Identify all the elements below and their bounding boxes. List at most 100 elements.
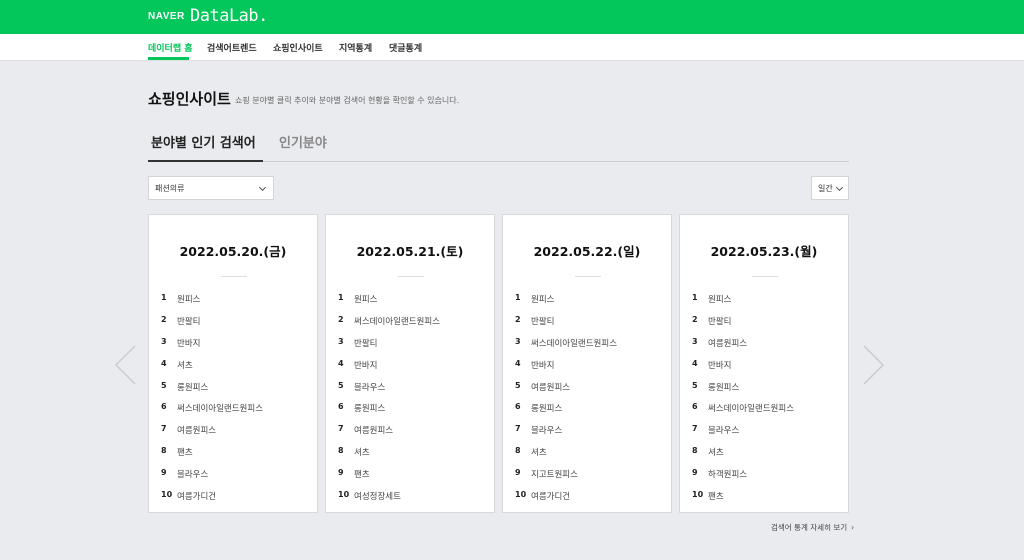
rank-item[interactable]: 6 롱원피스: [503, 400, 671, 422]
rank-keyword[interactable]: 반팔티: [531, 315, 554, 327]
rank-item[interactable]: 6 써스데이아일랜드원피스: [680, 400, 848, 422]
rank-item[interactable]: 6 써스데이아일랜드원피스: [149, 400, 317, 422]
rank-keyword[interactable]: 롱원피스: [177, 381, 208, 393]
nav-item-search-trend[interactable]: 검색어트렌드: [207, 41, 257, 54]
tab-popular-keywords[interactable]: 분야별 인기 검색어: [151, 132, 256, 151]
rank-item[interactable]: 10 팬츠: [680, 488, 848, 510]
rank-keyword[interactable]: 써스데이아일랜드원피스: [531, 337, 617, 349]
rank-keyword[interactable]: 반팔티: [354, 337, 377, 349]
prev-arrow-button[interactable]: [113, 344, 139, 386]
next-arrow-button[interactable]: [860, 344, 886, 386]
rank-keyword[interactable]: 원피스: [708, 293, 731, 305]
rank-keyword[interactable]: 블라우스: [531, 424, 562, 436]
nav-item-comment-stats[interactable]: 댓글통계: [389, 41, 422, 54]
rank-item[interactable]: 1 원피스: [149, 291, 317, 313]
rank-keyword[interactable]: 반바지: [354, 359, 377, 371]
rank-keyword[interactable]: 여름원피스: [531, 381, 570, 393]
rank-item[interactable]: 8 셔츠: [503, 444, 671, 466]
rank-item[interactable]: 10 여름가디건: [149, 488, 317, 510]
rank-keyword[interactable]: 원피스: [354, 293, 377, 305]
rank-item[interactable]: 1 원피스: [680, 291, 848, 313]
period-select[interactable]: 일간: [811, 176, 849, 200]
rank-item[interactable]: 2 반팔티: [503, 313, 671, 335]
rank-number: 8: [338, 446, 344, 456]
rank-number: 6: [338, 402, 344, 412]
rank-item[interactable]: 6 롱원피스: [326, 400, 494, 422]
rank-item[interactable]: 9 지고트원피스: [503, 466, 671, 488]
nav-item-regional-stats[interactable]: 지역통계: [339, 41, 372, 54]
more-stats-link[interactable]: 검색어 통계 자세히 보기 ›: [771, 522, 854, 533]
rank-item[interactable]: 3 써스데이아일랜드원피스: [503, 335, 671, 357]
rank-list: 1 원피스 2 반팔티 3 여름원피스 4 반바지 5 롱원피스 6 써스데이아일랜드원피스 7 블라우스…: [680, 291, 848, 510]
rank-item[interactable]: 5 여름원피스: [503, 379, 671, 401]
nav-item-shopping-insight[interactable]: 쇼핑인사이트: [273, 41, 323, 54]
category-select[interactable]: 패션의류: [148, 176, 274, 200]
rank-item[interactable]: 8 팬츠: [149, 444, 317, 466]
rank-item[interactable]: 8 셔츠: [326, 444, 494, 466]
rank-number: 7: [338, 424, 344, 434]
nav-item-datalab-home[interactable]: 데이터랩 홈: [148, 41, 193, 54]
rank-item[interactable]: 3 여름원피스: [680, 335, 848, 357]
rank-keyword[interactable]: 셔츠: [531, 446, 547, 458]
rank-keyword[interactable]: 팬츠: [708, 490, 724, 502]
rank-item[interactable]: 4 반바지: [680, 357, 848, 379]
rank-item[interactable]: 7 여름원피스: [149, 422, 317, 444]
rank-keyword[interactable]: 써스데이아일랜드원피스: [354, 315, 440, 327]
tab-popular-categories[interactable]: 인기분야: [279, 132, 327, 151]
rank-keyword[interactable]: 원피스: [531, 293, 554, 305]
rank-keyword[interactable]: 여름원피스: [354, 424, 393, 436]
rank-keyword[interactable]: 롱원피스: [708, 381, 739, 393]
rank-item[interactable]: 9 팬츠: [326, 466, 494, 488]
rank-item[interactable]: 2 반팔티: [680, 313, 848, 335]
rank-keyword[interactable]: 여름가디건: [531, 490, 570, 502]
rank-keyword[interactable]: 반바지: [177, 337, 200, 349]
rank-item[interactable]: 1 원피스: [503, 291, 671, 313]
rank-item[interactable]: 7 블라우스: [680, 422, 848, 444]
rank-keyword[interactable]: 하객원피스: [708, 468, 747, 480]
rank-item[interactable]: 5 롱원피스: [149, 379, 317, 401]
rank-keyword[interactable]: 반팔티: [708, 315, 731, 327]
rank-item[interactable]: 4 반바지: [326, 357, 494, 379]
rank-keyword[interactable]: 셔츠: [354, 446, 370, 458]
rank-item[interactable]: 9 블라우스: [149, 466, 317, 488]
rank-keyword[interactable]: 반팔티: [177, 315, 200, 327]
rank-keyword[interactable]: 블라우스: [354, 381, 385, 393]
rank-item[interactable]: 10 여름가디건: [503, 488, 671, 510]
rank-item[interactable]: 1 원피스: [326, 291, 494, 313]
datalab-logo[interactable]: DataLab.: [190, 6, 268, 26]
rank-keyword[interactable]: 지고트원피스: [531, 468, 578, 480]
rank-keyword[interactable]: 여름가디건: [177, 490, 216, 502]
rank-item[interactable]: 7 여름원피스: [326, 422, 494, 444]
rank-keyword[interactable]: 팬츠: [177, 446, 193, 458]
rank-keyword[interactable]: 여름원피스: [708, 337, 747, 349]
rank-keyword[interactable]: 반바지: [708, 359, 731, 371]
rank-item[interactable]: 3 반팔티: [326, 335, 494, 357]
rank-keyword[interactable]: 블라우스: [708, 424, 739, 436]
rank-keyword[interactable]: 써스데이아일랜드원피스: [177, 402, 263, 414]
rank-item[interactable]: 2 반팔티: [149, 313, 317, 335]
rank-item[interactable]: 8 셔츠: [680, 444, 848, 466]
rank-keyword[interactable]: 여름원피스: [177, 424, 216, 436]
rank-item[interactable]: 9 하객원피스: [680, 466, 848, 488]
rank-keyword[interactable]: 셔츠: [708, 446, 724, 458]
rank-keyword[interactable]: 셔츠: [177, 359, 193, 371]
rank-item[interactable]: 5 블라우스: [326, 379, 494, 401]
rank-item[interactable]: 7 블라우스: [503, 422, 671, 444]
rank-item[interactable]: 4 반바지: [503, 357, 671, 379]
rank-keyword[interactable]: 롱원피스: [531, 402, 562, 414]
rank-keyword[interactable]: 블라우스: [177, 468, 208, 480]
rank-keyword[interactable]: 써스데이아일랜드원피스: [708, 402, 794, 414]
period-select-value: 일간: [818, 184, 833, 193]
nav-active-indicator: [148, 57, 189, 60]
rank-keyword[interactable]: 반바지: [531, 359, 554, 371]
rank-item[interactable]: 2 써스데이아일랜드원피스: [326, 313, 494, 335]
rank-keyword[interactable]: 여성정장세트: [354, 490, 401, 502]
rank-keyword[interactable]: 롱원피스: [354, 402, 385, 414]
rank-keyword[interactable]: 원피스: [177, 293, 200, 305]
rank-item[interactable]: 4 셔츠: [149, 357, 317, 379]
naver-logo[interactable]: NAVER: [148, 11, 185, 22]
rank-keyword[interactable]: 팬츠: [354, 468, 370, 480]
rank-item[interactable]: 10 여성정장세트: [326, 488, 494, 510]
rank-item[interactable]: 3 반바지: [149, 335, 317, 357]
rank-item[interactable]: 5 롱원피스: [680, 379, 848, 401]
